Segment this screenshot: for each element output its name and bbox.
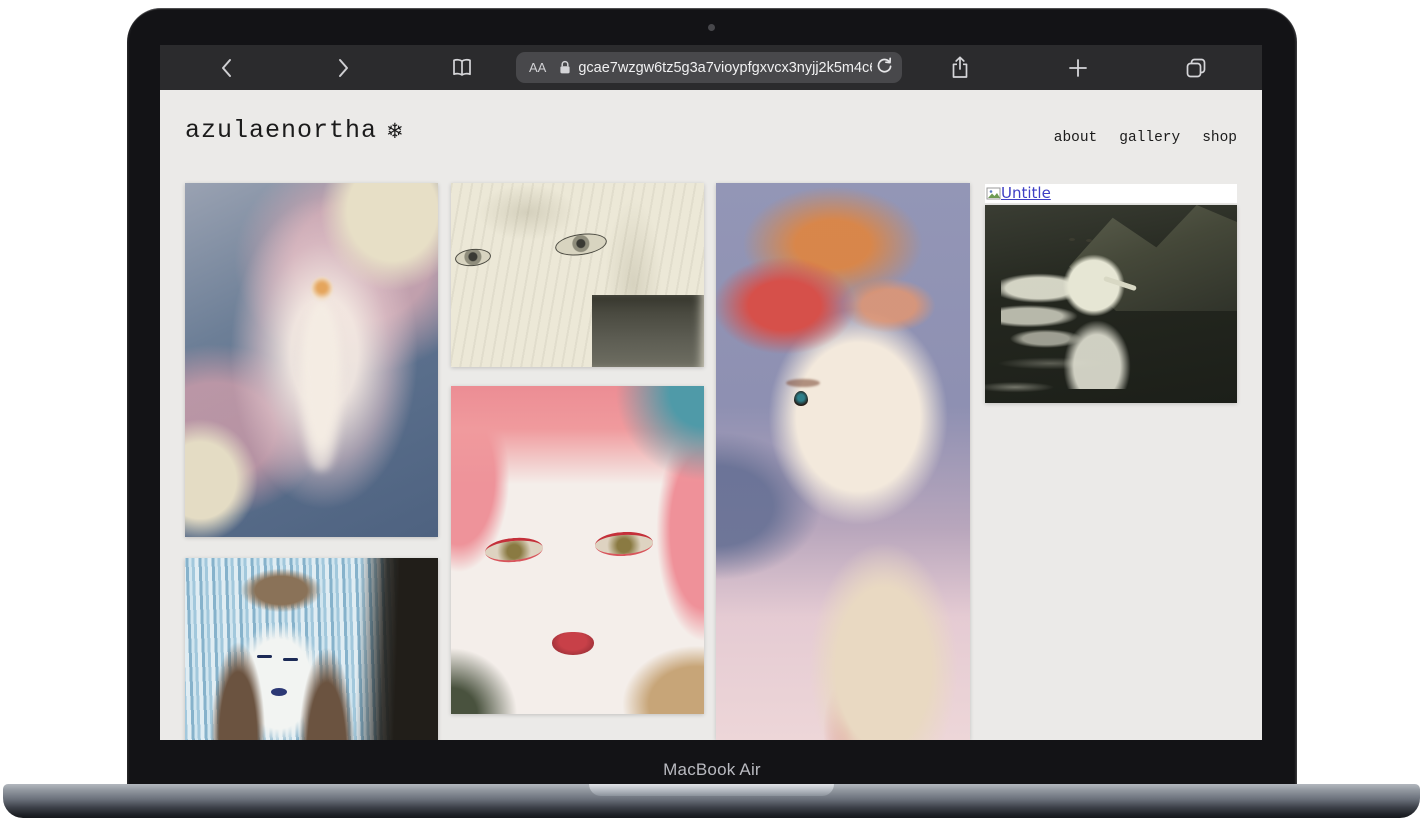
broken-image-link[interactable]: Untitle [985, 184, 1237, 203]
back-button[interactable] [206, 45, 246, 90]
artwork-glowing-spirit-figure[interactable] [185, 183, 438, 537]
chevron-left-icon [220, 58, 232, 78]
nav-link-about[interactable]: about [1054, 130, 1098, 146]
snowflake-icon: ❄ [386, 119, 405, 143]
lid-notch [589, 784, 834, 796]
teal-eye-detail [794, 391, 808, 406]
ghost-eyes-detail [1069, 238, 1075, 241]
nav-link-gallery[interactable]: gallery [1119, 130, 1180, 146]
share-arrow-up-icon [951, 56, 969, 79]
lips-detail [552, 632, 594, 655]
overlapping-squares-icon [1186, 58, 1206, 78]
left-eye-detail [484, 536, 544, 565]
reload-arrow-icon [876, 57, 893, 78]
reader-button[interactable]: AA [529, 60, 546, 75]
laptop-base [3, 784, 1420, 818]
laptop-lid: AA gcae7wzgw6tz5g3a7vioypfgxvcx3nyjj2k5m… [127, 8, 1297, 787]
webpage: azulaenortha ❄ about gallery shop [160, 90, 1262, 740]
site-nav: about gallery shop [1054, 130, 1237, 146]
nav-link-shop[interactable]: shop [1202, 130, 1237, 146]
macbook-mockup: AA gcae7wzgw6tz5g3a7vioypfgxvcx3nyjj2k5m… [0, 0, 1423, 818]
figure-body-detail [300, 301, 342, 471]
bookmarks-button[interactable] [442, 45, 482, 90]
device-label: MacBook Air [127, 760, 1297, 780]
open-book-icon [451, 58, 473, 78]
artwork-blue-haired-woman[interactable] [185, 558, 438, 740]
lips-detail [271, 688, 287, 696]
ghost-figure-detail [1001, 249, 1161, 389]
site-logo[interactable]: azulaenortha ❄ [185, 116, 405, 145]
browser-toolbar: AA gcae7wzgw6tz5g3a7vioypfgxvcx3nyjj2k5m… [160, 45, 1262, 90]
sea-detail [592, 295, 704, 367]
laptop-screen: AA gcae7wzgw6tz5g3a7vioypfgxvcx3nyjj2k5m… [160, 45, 1262, 740]
figure-head-detail [311, 277, 333, 301]
new-tab-button[interactable] [1058, 45, 1098, 90]
share-button[interactable] [940, 45, 980, 90]
artwork-ghost-in-dark-landscape[interactable] [985, 205, 1237, 403]
closed-eyes-detail [257, 655, 272, 658]
broken-image-alt-text: Untitle [1001, 186, 1051, 201]
url-bar[interactable]: AA gcae7wzgw6tz5g3a7vioypfgxvcx3nyjj2k5m… [516, 52, 902, 83]
left-eye-detail [454, 247, 492, 268]
forward-button[interactable] [324, 45, 364, 90]
artwork-pencil-portrait-by-sea[interactable] [451, 183, 704, 367]
broken-image-icon [986, 186, 1001, 201]
artwork-pink-haired-face[interactable] [451, 386, 704, 714]
webcam-dot [708, 24, 715, 31]
chevron-right-icon [338, 58, 350, 78]
right-eye-detail [554, 230, 608, 258]
eye-socket-detail [786, 379, 820, 387]
tabs-button[interactable] [1176, 45, 1216, 90]
url-text: gcae7wzgw6tz5g3a7vioypfgxvcx3nyjj2k5m4c6… [578, 60, 872, 76]
reload-button[interactable] [876, 57, 893, 78]
artwork-flame-headdress-figure[interactable] [716, 183, 970, 740]
plus-icon [1069, 59, 1087, 77]
padlock-icon[interactable] [559, 60, 571, 75]
site-logo-text: azulaenortha [185, 116, 377, 145]
right-eye-detail [594, 530, 653, 557]
